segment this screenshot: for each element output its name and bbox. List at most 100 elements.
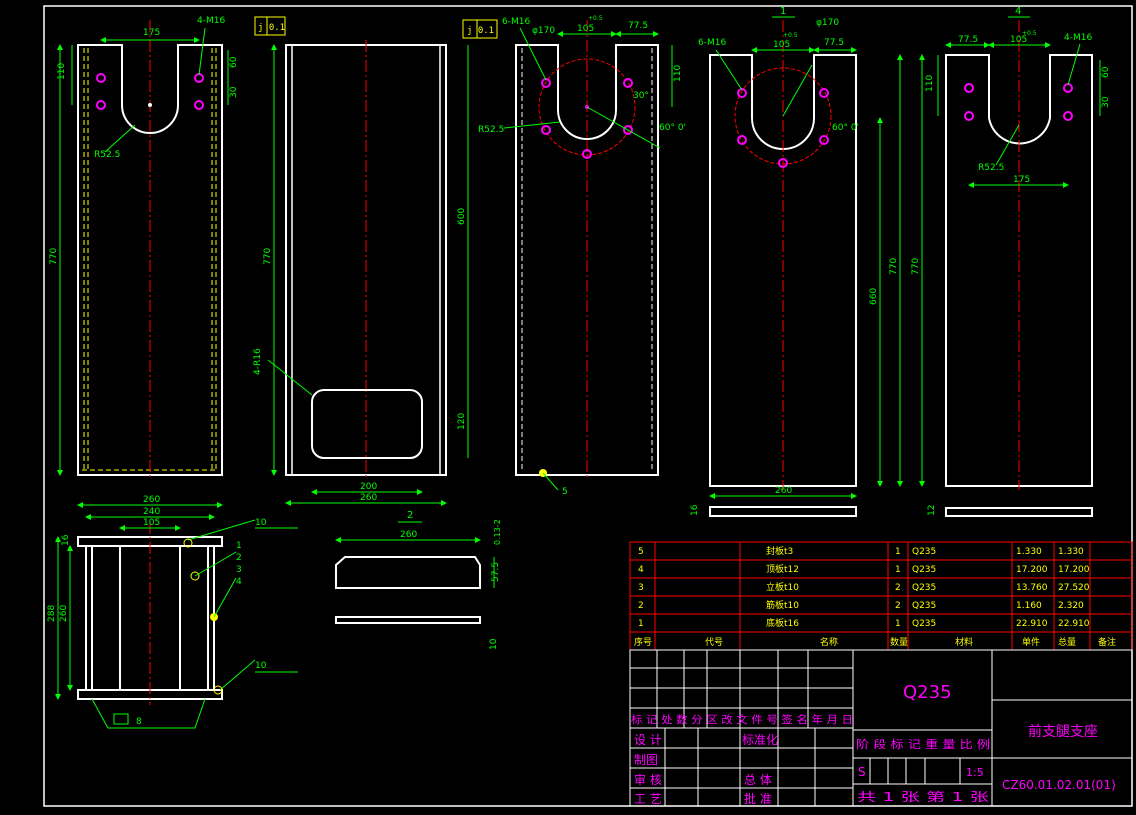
v3-tolerance-box: j 0.1 — [462, 19, 498, 39]
v6-tag-1: 1 — [236, 541, 242, 551]
bom-cell-no: 3 — [638, 583, 644, 593]
bom-cell-w2: 22.910 — [1058, 619, 1090, 629]
v6-dim-16: 16 — [61, 534, 71, 546]
bom-cell-name: 顶板t12 — [766, 563, 799, 575]
v6-weld-10b: 10 — [255, 661, 267, 671]
v4-pcd: φ170 — [816, 18, 839, 28]
svg-text:序号: 序号 — [634, 636, 652, 648]
bom-table — [629, 541, 1133, 651]
tb-scale: 1:5 — [966, 766, 984, 779]
tb-check: 审 核 — [634, 772, 662, 787]
svg-text:j 0.1: j 0.1 — [258, 23, 285, 33]
v2-dim-200: 200 — [360, 482, 377, 492]
v7-dim-57-5: 57.5 — [491, 562, 501, 582]
tb-rev-header: 标 记 处 数 分 区 改 文 件 号 签 名 年 月 日 — [631, 713, 853, 726]
v5-dim-770: 770 — [911, 258, 921, 275]
v5-section-mark: 4 — [1015, 6, 1021, 17]
v6-tag-4: 4 — [236, 577, 242, 587]
tb-approve: 批 准 — [744, 791, 772, 806]
v3-angle-60: 60° 0' — [659, 123, 686, 133]
v6-weld-10a: 10 — [255, 518, 267, 528]
svg-text:备注: 备注 — [1098, 636, 1116, 648]
v6-dim-260: 260 — [143, 495, 160, 505]
bom-cell-name: 底板t16 — [766, 617, 799, 629]
v4-dim-105: 105 — [773, 40, 790, 50]
tb-design: 设 计 — [634, 733, 662, 747]
view-3-top-plate: j 0.1 6-M16 φ170 105 +0.5 77.5 110 R52.5… — [462, 15, 686, 497]
v5-dim-110: 110 — [925, 75, 935, 92]
v2-height: 770 — [263, 248, 273, 265]
v4-base-plate — [709, 506, 857, 517]
v6-dim-260v: 260 — [59, 605, 69, 622]
bom-cell-mat: Q235 — [912, 565, 936, 575]
v1-dim-30: 30 — [229, 86, 239, 98]
v5-radius: R52.5 — [978, 163, 1004, 173]
v4-angle-60: 60° 0' — [832, 123, 859, 133]
tb-material: Q235 — [903, 682, 952, 703]
bom-cell-w2: 1.330 — [1058, 547, 1084, 557]
v6-weld-8: 8 — [136, 717, 142, 727]
bom-cell-mat: Q235 — [912, 547, 936, 557]
v1-hole-note: 4-M16 — [197, 16, 225, 26]
title-block: Q235 前支腿支座 CZ60.01.02.01(01) 标 记 处 数 分 区… — [629, 649, 1133, 807]
tb-drawn: 制图 — [634, 753, 658, 767]
bom-cell-name: 封板t3 — [766, 545, 793, 557]
v2-dim-120: 120 — [457, 413, 467, 430]
bom-cell-mat: Q235 — [912, 619, 936, 629]
v6-dim-240: 240 — [143, 507, 160, 517]
cad-drawing-canvas: 175 4-M16 110 60 30 R52.5 770 j 0.1 770 … — [43, 5, 1133, 807]
view-4-section: 1 φ170 6-M16 105 +0.5 77.5 60° 0' 660 77… — [690, 6, 903, 517]
v1-dim-60: 60 — [229, 56, 239, 68]
v3-tol: +0.5 — [588, 15, 603, 22]
v3-dim-77-5: 77.5 — [628, 21, 648, 31]
tb-stage: S — [858, 765, 866, 779]
v5-hole-note: 4-M16 — [1064, 33, 1092, 43]
bom-cell-w1: 17.200 — [1016, 565, 1048, 575]
v5-tol: +0.5 — [1022, 30, 1037, 37]
v1-dim-175: 175 — [143, 28, 160, 38]
tb-sheets: 共 1 张 第 1 张 — [857, 790, 989, 804]
bom-header: 序号 代号 名称 数量 材料 单件 总量 备注 — [634, 636, 1116, 648]
v2-dim-600: 600 — [457, 208, 467, 225]
bom-rows: 5 封板t3 1 Q235 1.330 1.330 4 顶板t12 1 Q235 17.200 17.… — [638, 545, 1090, 629]
v4-dim-660: 660 — [869, 288, 879, 305]
svg-text:代号: 代号 — [705, 637, 723, 648]
tb-chief: 总 体 — [744, 773, 772, 787]
view-6-plan: 260 240 105 16 288 260 10 10 8 1 2 3 4 — [47, 495, 298, 729]
view-5-section: 4 77.5 105 +0.5 4-M16 110 60 30 R52.5 17… — [911, 6, 1111, 517]
bom-cell-name: 筋板t10 — [766, 599, 799, 611]
v3-dim-105: 105 — [577, 24, 594, 34]
bom-cell-no: 4 — [638, 565, 644, 575]
v1-dim-110: 110 — [57, 63, 67, 80]
v1-height: 770 — [49, 248, 59, 265]
svg-text:j 0.1: j 0.1 — [467, 26, 494, 36]
v2-slot — [311, 389, 423, 459]
tb-process: 工 艺 — [634, 792, 662, 806]
svg-text:总量: 总量 — [1058, 636, 1076, 648]
bom-cell-no: 2 — [638, 601, 644, 611]
v2-slot-note: 4-R16 — [253, 348, 263, 375]
bom-cell-w2: 2.320 — [1058, 601, 1084, 611]
bom-cell-w2: 27.520 — [1058, 583, 1090, 593]
bom-cell-qty: 1 — [895, 547, 901, 557]
view-2-side-plate: j 0.1 770 4-R16 600 120 200 260 — [253, 16, 469, 506]
bom-cell-w2: 17.200 — [1058, 565, 1090, 575]
svg-text:单件: 单件 — [1022, 636, 1040, 648]
v3-radius: R52.5 — [478, 125, 504, 135]
v5-top-plate — [945, 507, 1093, 517]
v7-strip — [335, 616, 481, 624]
v7-dim-260: 260 — [400, 530, 417, 540]
v6-tag-2: 2 — [236, 553, 242, 563]
view-1-front-plate: 175 4-M16 110 60 30 R52.5 770 — [49, 16, 239, 480]
v4-dim-77-5: 77.5 — [824, 38, 844, 48]
view-7-plates: 2 260 57.5 0.13-2 10 — [335, 510, 502, 650]
v2-dim-260: 260 — [360, 493, 377, 503]
svg-text:材料: 材料 — [955, 636, 973, 648]
v4-tol: +0.5 — [783, 32, 798, 39]
svg-text:数量: 数量 — [890, 636, 908, 648]
v4-section-mark: 1 — [780, 6, 786, 17]
bom-cell-qty: 1 — [895, 619, 901, 629]
bom-cell-name: 立板t10 — [766, 581, 799, 593]
tb-standard: 标准化 — [742, 733, 778, 747]
tb-drawing-no: CZ60.01.02.01(01) — [1002, 778, 1116, 792]
